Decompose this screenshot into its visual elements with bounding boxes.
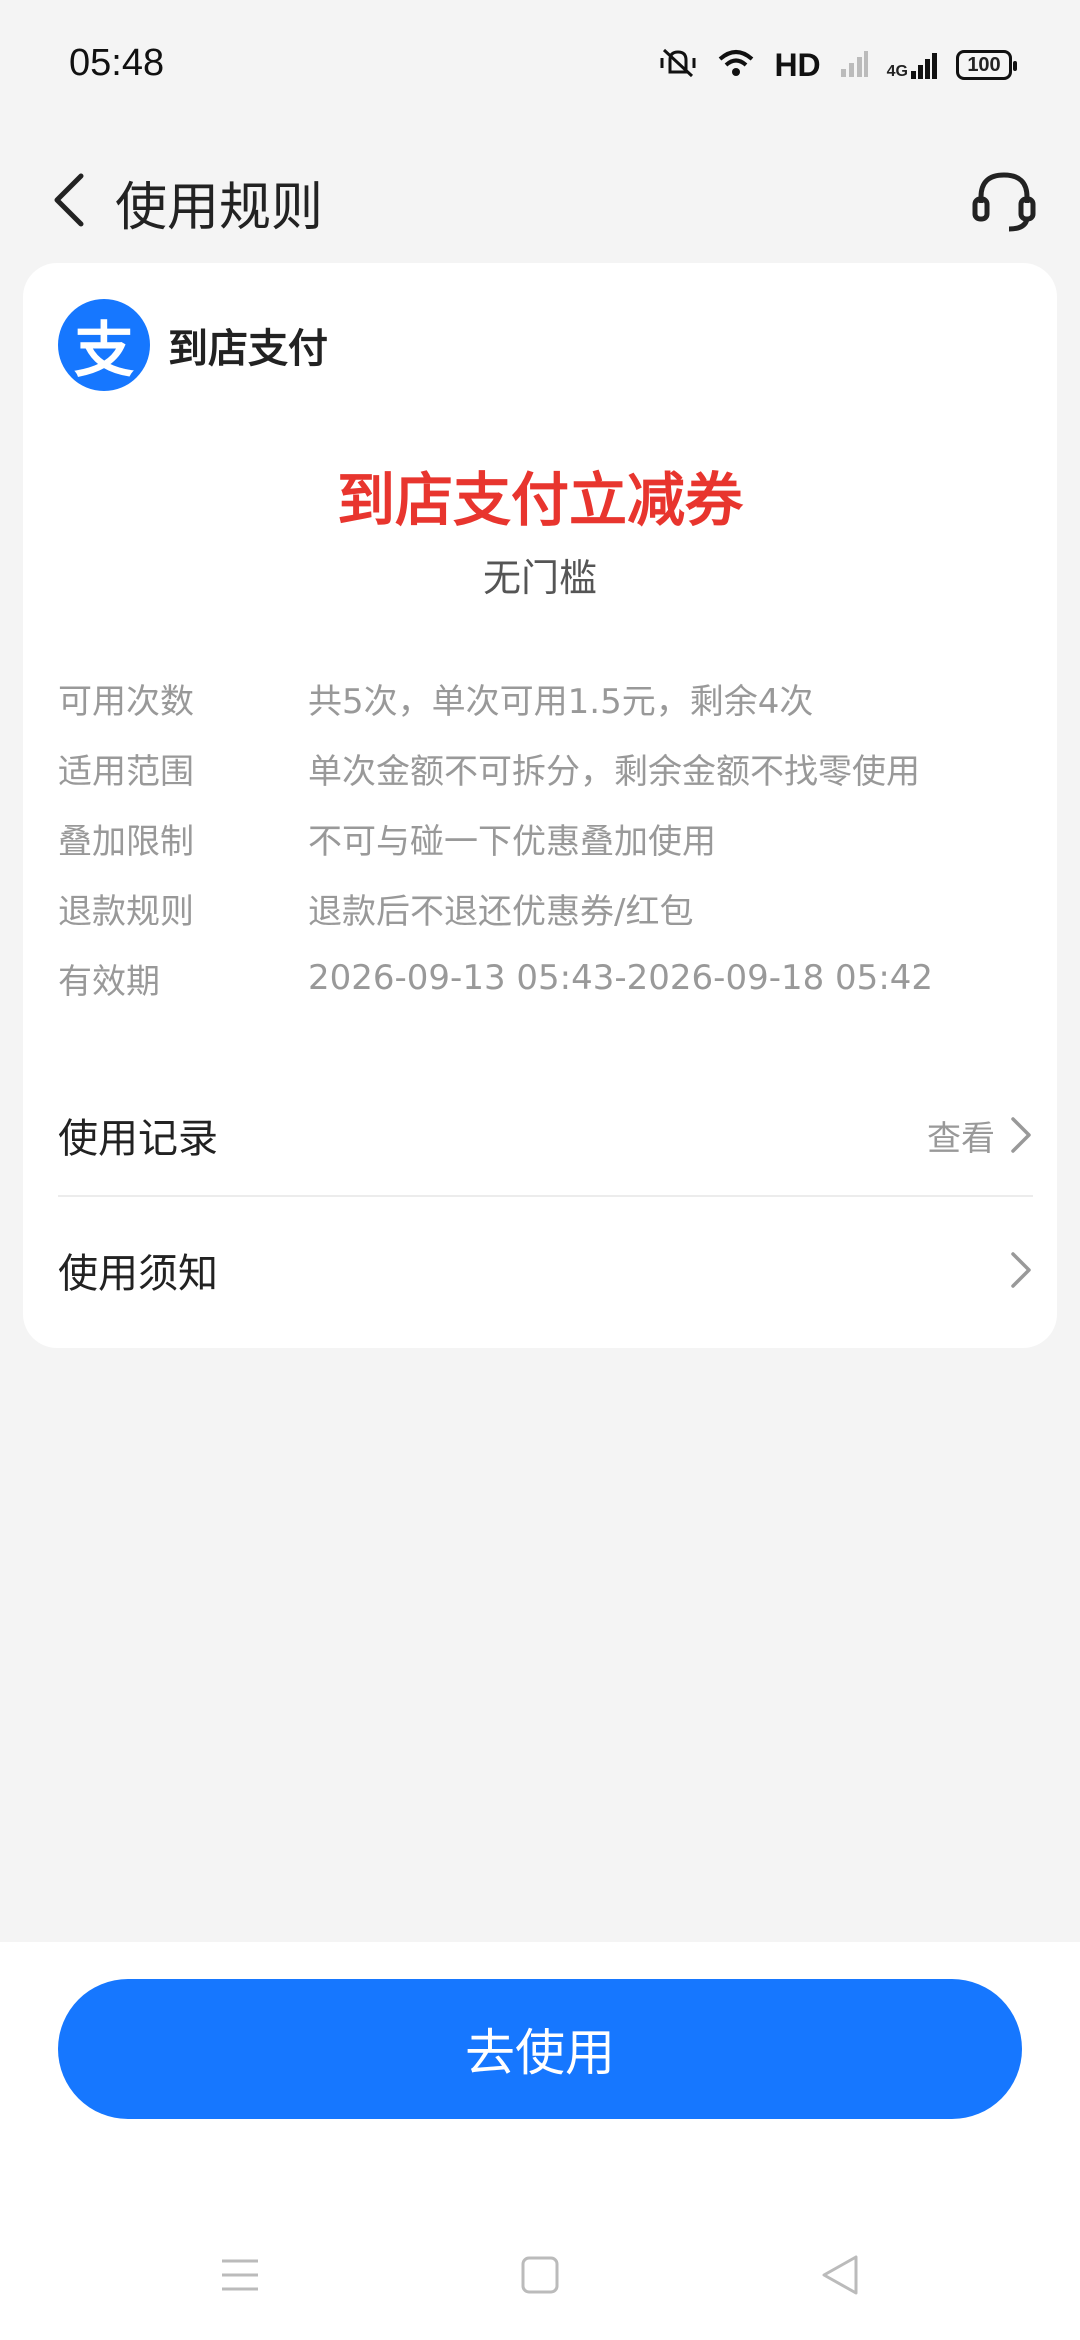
brand-name: 到店支付 (168, 326, 328, 372)
rule-row-refund: 退款规则 退款后不退还优惠券/红包 (58, 873, 1018, 943)
rules-list: 可用次数 共5次，单次可用1.5元，剩余4次 适用范围 单次金额不可拆分，剩余金… (58, 663, 1018, 1013)
home-nav-button[interactable] (510, 2245, 570, 2305)
alipay-logo-icon: 支 (58, 299, 150, 391)
menu-icon (222, 2259, 258, 2291)
rule-row-usage-count: 可用次数 共5次，单次可用1.5元，剩余4次 (58, 663, 1018, 733)
rule-value: 退款后不退还优惠券/红包 (308, 891, 694, 932)
back-triangle-icon (822, 2255, 858, 2295)
rule-label: 适用范围 (58, 751, 194, 792)
view-link[interactable]: 查看 (927, 1111, 995, 1160)
status-icons: HD 4G 100 (658, 46, 1017, 84)
back-nav-button[interactable] (810, 2245, 870, 2305)
usage-records-label: 使用记录 (58, 1116, 218, 1162)
back-button[interactable] (34, 160, 104, 240)
system-nav-bar (0, 2210, 1080, 2340)
status-bar: 05:48 HD 4G 100 (0, 0, 1080, 130)
rule-value: 共5次，单次可用1.5元，剩余4次 (308, 681, 814, 722)
use-now-button[interactable]: 去使用 (58, 1979, 1022, 2119)
chevron-right-icon (1011, 1117, 1031, 1153)
menu-nav-button[interactable] (210, 2245, 270, 2305)
rule-label: 退款规则 (58, 891, 194, 932)
usage-notes-row[interactable]: 使用须知 (58, 1215, 1033, 1325)
rule-value: 不可与碰一下优惠叠加使用 (308, 821, 716, 862)
chevron-right-icon (1011, 1252, 1031, 1288)
rule-row-stacking: 叠加限制 不可与碰一下优惠叠加使用 (58, 803, 1018, 873)
usage-records-row[interactable]: 使用记录 查看 (58, 1080, 1033, 1190)
rule-label: 可用次数 (58, 681, 194, 722)
divider (58, 1195, 1033, 1197)
coupon-card: 支 到店支付 到店支付立减券 无门槛 可用次数 共5次，单次可用1.5元，剩余4… (23, 263, 1057, 1348)
headset-icon (972, 172, 1036, 232)
rule-row-scope: 适用范围 单次金额不可拆分，剩余金额不找零使用 (58, 733, 1018, 803)
brand-header: 支 到店支付 (58, 299, 328, 391)
coupon-threshold: 无门槛 (482, 556, 597, 600)
page: 05:48 HD 4G 100 使用规则 支 到店支付 到店支付立减券 无门槛 … (0, 0, 1080, 2340)
vibrate-icon (658, 46, 698, 84)
rule-value: 2026-09-13 05:43-2026-09-18 05:42 (308, 958, 934, 998)
wifi-icon (716, 47, 756, 83)
battery-icon: 100 (956, 50, 1017, 80)
coupon-title: 到店支付立减券 (336, 466, 743, 534)
rule-label: 叠加限制 (58, 821, 194, 862)
rule-label: 有效期 (58, 961, 160, 1002)
customer-service-button[interactable] (964, 160, 1044, 240)
signal-4g-label: 4G (886, 63, 908, 80)
network-type-label: HD (774, 46, 821, 83)
usage-notes-label: 使用须知 (58, 1251, 218, 1297)
rule-row-validity: 有效期 2026-09-13 05:43-2026-09-18 05:42 (58, 943, 1018, 1013)
signal-4g-icon: 4G (887, 49, 938, 81)
status-time: 05:48 (69, 42, 165, 84)
page-title: 使用规则 (115, 178, 324, 238)
signal-empty-icon (839, 47, 869, 83)
nav-header: 使用规则 (0, 130, 1080, 270)
rule-value: 单次金额不可拆分，剩余金额不找零使用 (308, 751, 920, 792)
back-arrow-icon (54, 173, 84, 227)
home-square-icon (521, 2256, 559, 2294)
